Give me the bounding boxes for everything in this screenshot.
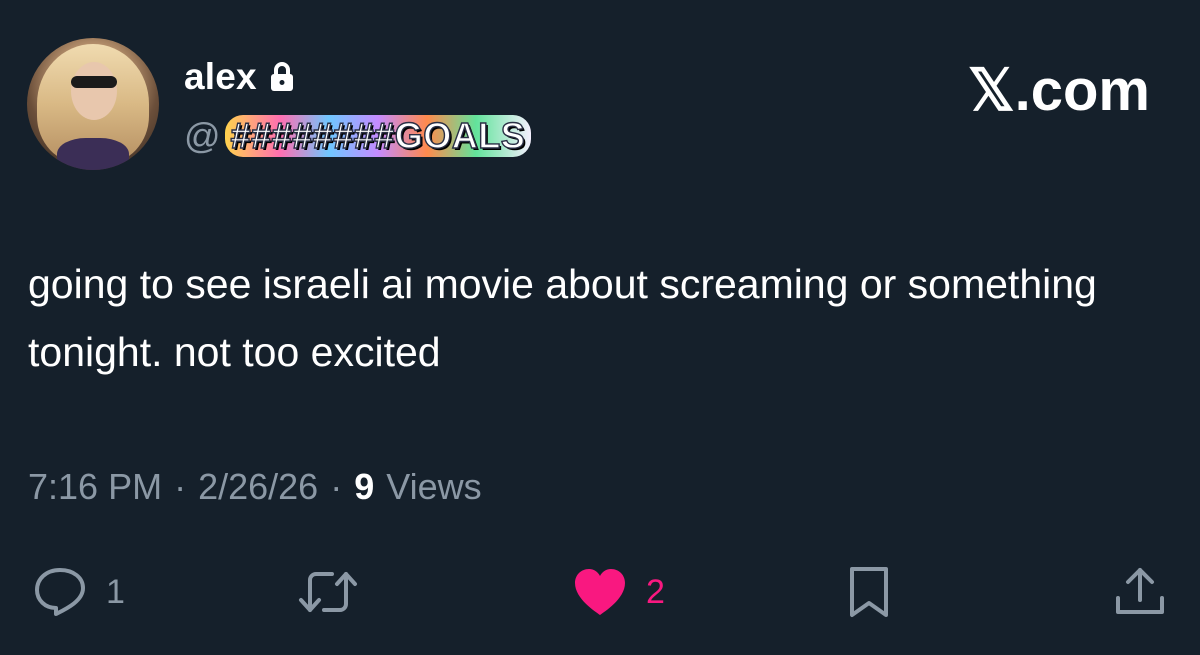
retweet-button[interactable]: [296, 560, 360, 624]
views-label: Views: [386, 466, 482, 507]
meta-separator: ·: [330, 466, 343, 507]
like-count: 2: [646, 572, 665, 611]
retweet-icon: [296, 566, 360, 618]
tweet-time[interactable]: 7:16 PM: [28, 466, 162, 508]
meta-separator: ·: [174, 466, 187, 507]
heart-icon: [572, 567, 628, 617]
tweet-meta: 7:16 PM · 2/26/26 · 9 Views: [28, 466, 482, 508]
handle-at: @: [184, 115, 221, 156]
author-name-row: alex: [184, 56, 295, 98]
reply-button[interactable]: 1: [32, 560, 125, 624]
like-button[interactable]: 2: [572, 560, 665, 624]
lock-icon: [269, 61, 295, 93]
avatar-clothing: [57, 138, 129, 170]
handle: ########GOALS: [224, 114, 532, 157]
share-button[interactable]: [1112, 560, 1168, 624]
tweet-date[interactable]: 2/26/26: [198, 466, 318, 508]
share-icon: [1112, 564, 1168, 620]
brand-watermark: 𝕏.com: [967, 58, 1150, 123]
bookmark-button[interactable]: [846, 560, 892, 624]
action-bar: 1 2: [0, 560, 1200, 624]
display-name[interactable]: alex: [184, 56, 257, 98]
handle-row[interactable]: @ ########GOALS: [184, 114, 532, 157]
avatar-face: [71, 62, 117, 120]
tweet-text: going to see israeli ai movie about scre…: [28, 261, 1097, 375]
views-count: 9: [354, 466, 375, 507]
bookmark-icon: [846, 565, 892, 619]
reply-count: 1: [106, 572, 125, 611]
reply-icon: [32, 566, 88, 618]
avatar[interactable]: [27, 38, 159, 170]
avatar-sunglasses: [71, 76, 117, 88]
